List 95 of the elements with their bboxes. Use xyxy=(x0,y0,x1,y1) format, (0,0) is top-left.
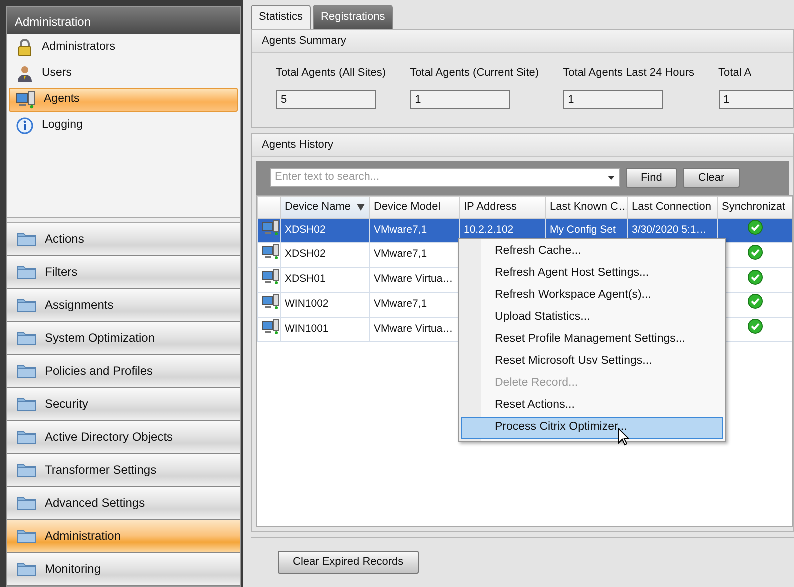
section-button[interactable]: Security xyxy=(7,388,240,421)
computer-icon xyxy=(262,244,280,260)
panel-title: Administration xyxy=(7,7,240,34)
section-button[interactable]: Active Directory Objects xyxy=(7,421,240,454)
table-cell: WIN1001 xyxy=(280,317,370,342)
section-label: Active Directory Objects xyxy=(45,429,174,446)
column-header[interactable]: Last Connection xyxy=(628,196,718,218)
row-icon-cell[interactable] xyxy=(258,218,280,243)
column-header[interactable]: Device Model xyxy=(370,196,460,218)
stat-label: Total A xyxy=(718,66,753,81)
menu-item[interactable]: Reset Profile Management Settings... xyxy=(461,328,723,350)
splitter-handle[interactable] xyxy=(7,217,240,223)
section-label: Monitoring xyxy=(45,561,102,578)
nav-item[interactable]: Agents xyxy=(9,88,238,112)
stat-label: Total Agents (All Sites) xyxy=(276,66,386,81)
nav-item-label: Administrators xyxy=(42,40,116,56)
stat-field: 1 xyxy=(410,90,510,108)
nav-item-label: Users xyxy=(42,66,72,82)
table-cell: VMware7,1 xyxy=(370,218,460,243)
section-button[interactable]: System Optimization xyxy=(7,322,240,355)
section-label: Transformer Settings xyxy=(45,462,157,479)
toolbar-button[interactable]: Find xyxy=(626,168,678,188)
nav-item[interactable]: Administrators xyxy=(9,36,238,60)
computer-icon xyxy=(262,294,280,310)
toolbar-button[interactable]: Clear xyxy=(683,168,740,188)
group-title: Agents Summary xyxy=(252,30,793,53)
row-icon-cell[interactable] xyxy=(258,268,280,292)
section-label: Security xyxy=(45,396,88,413)
computer-icon xyxy=(262,318,280,334)
section-label: Advanced Settings xyxy=(45,495,146,512)
section-label: Actions xyxy=(45,231,84,248)
section-button[interactable]: Actions xyxy=(7,223,240,256)
section-button[interactable]: Administration xyxy=(7,520,240,553)
user-icon xyxy=(16,65,34,83)
sort-arrow-icon xyxy=(357,204,365,211)
folder-icon xyxy=(17,429,37,445)
column-header[interactable]: IP Address xyxy=(460,196,546,218)
folder-icon xyxy=(17,396,37,412)
section-button[interactable]: Transformer Settings xyxy=(7,454,240,487)
section-label: Administration xyxy=(45,528,122,545)
row-icon-cell[interactable] xyxy=(258,242,280,268)
folder-icon xyxy=(17,264,37,280)
section-button[interactable]: Policies and Profiles xyxy=(7,355,240,388)
computer-icon xyxy=(16,91,36,109)
table-cell: XDSH01 xyxy=(280,268,370,292)
row-icon-cell[interactable] xyxy=(258,317,280,342)
stat-field: 1 xyxy=(563,90,664,108)
header-cell xyxy=(258,196,280,218)
section-button[interactable]: Monitoring xyxy=(7,553,240,586)
info-icon xyxy=(16,117,34,135)
table-cell: XDSH02 xyxy=(280,218,370,243)
section-label: Assignments xyxy=(45,297,114,314)
stat-field: 1 xyxy=(718,90,793,108)
section-button[interactable]: Advanced Settings xyxy=(7,487,240,520)
row-icon-cell[interactable] xyxy=(258,292,280,317)
folder-icon xyxy=(17,561,37,577)
menu-item[interactable]: Refresh Workspace Agent(s)... xyxy=(461,284,723,306)
table-cell: WIN1002 xyxy=(280,292,370,317)
folder-icon xyxy=(17,363,37,379)
tab[interactable]: Statistics xyxy=(251,5,312,28)
section-label: Policies and Profiles xyxy=(45,363,154,380)
folder-icon xyxy=(17,330,37,346)
group-title: Agents History xyxy=(252,134,793,157)
nav-item[interactable]: Users xyxy=(9,62,238,86)
menu-item[interactable]: Reset Microsoft Usv Settings... xyxy=(461,350,723,372)
tab[interactable]: Registrations xyxy=(313,5,394,28)
computer-icon xyxy=(262,269,280,285)
folder-icon xyxy=(17,462,37,478)
section-button[interactable]: Assignments xyxy=(7,289,240,322)
stat-label: Total Agents (Current Site) xyxy=(410,66,540,81)
column-header[interactable]: Device Name xyxy=(280,196,370,218)
menu-item[interactable]: Refresh Cache... xyxy=(461,240,723,262)
dropdown-caret-icon xyxy=(608,176,615,180)
computer-icon xyxy=(262,220,280,236)
stat-label: Total Agents Last 24 Hours xyxy=(563,66,695,81)
clear-records-button[interactable]: Clear Expired Records xyxy=(278,551,419,574)
nav-item-label: Agents xyxy=(44,92,80,108)
section-label: Filters xyxy=(45,264,78,281)
menu-item[interactable]: Refresh Agent Host Settings... xyxy=(461,262,723,284)
folder-icon xyxy=(17,231,37,247)
section-button[interactable]: Filters xyxy=(7,256,240,289)
menu-item[interactable]: Reset Actions... xyxy=(461,394,723,416)
menu-item[interactable]: Upload Statistics... xyxy=(461,306,723,328)
table-cell: XDSH02 xyxy=(280,242,370,268)
lock-icon xyxy=(16,39,34,57)
folder-icon xyxy=(17,495,37,511)
folder-icon xyxy=(17,297,37,313)
nav-item[interactable]: Logging xyxy=(9,114,238,138)
column-header[interactable]: Last Known C… xyxy=(546,196,628,218)
nav-item-label: Logging xyxy=(42,118,83,134)
menu-item[interactable]: Process Citrix Optimizer... xyxy=(461,416,723,438)
stat-field: 5 xyxy=(276,90,376,108)
folder-icon xyxy=(17,528,37,544)
section-label: System Optimization xyxy=(45,330,156,347)
column-header[interactable]: Synchronizat xyxy=(718,196,792,218)
